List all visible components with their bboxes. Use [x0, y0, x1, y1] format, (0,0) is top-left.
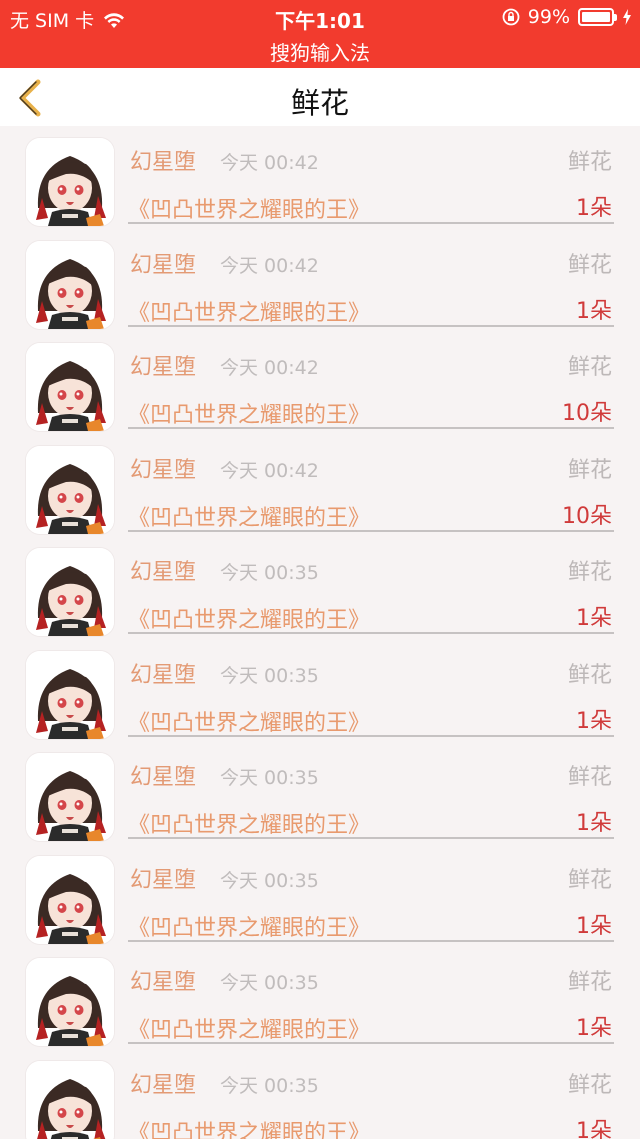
divider — [128, 632, 614, 634]
divider — [128, 1042, 614, 1044]
gift-count: 1朵 — [576, 708, 612, 734]
gift-time: 今天 00:42 — [220, 152, 319, 174]
gift-list-item[interactable]: 幻星堕 今天 00:35 鲜花 《凹凸世界之耀眼的王》 1朵 — [0, 741, 640, 844]
gift-list-item[interactable]: 幻星堕 今天 00:42 鲜花 《凹凸世界之耀眼的王》 1朵 — [0, 126, 640, 229]
gift-time: 今天 00:42 — [220, 254, 319, 277]
book-title-link[interactable]: 《凹凸世界之耀眼的王》 — [128, 192, 370, 224]
gift-list: 幻星堕 今天 00:42 鲜花 《凹凸世界之耀眼的王》 1朵 幻星堕 今天 00… — [0, 126, 640, 1139]
gift-list-item[interactable]: 幻星堕 今天 00:35 鲜花 《凹凸世界之耀眼的王》 1朵 — [0, 946, 640, 1049]
book-title-link[interactable]: 《凹凸世界之耀眼的王》 — [128, 295, 370, 327]
gift-list-item[interactable]: 幻星堕 今天 00:42 鲜花 《凹凸世界之耀眼的王》 1朵 — [0, 229, 640, 332]
battery-icon — [578, 8, 617, 26]
gift-type: 鲜花 — [567, 457, 612, 483]
book-title-link[interactable]: 《凹凸世界之耀眼的王》 — [128, 397, 370, 429]
sender-name[interactable]: 幻星堕 — [130, 862, 196, 894]
gift-list-item[interactable]: 幻星堕 今天 00:42 鲜花 《凹凸世界之耀眼的王》 10朵 — [0, 434, 640, 537]
divider — [128, 529, 614, 532]
gift-list-item[interactable]: 幻星堕 今天 00:35 鲜花 《凹凸世界之耀眼的王》 1朵 — [0, 536, 640, 639]
sender-name[interactable]: 幻星堕 — [130, 657, 196, 689]
gift-type: 鲜花 — [567, 355, 612, 380]
gift-count: 1朵 — [576, 913, 612, 939]
gift-type: 鲜花 — [567, 765, 612, 790]
status-bar: 无 SIM 卡 下午1:01 搜狗输入法 99% — [0, 0, 640, 68]
gift-time: 今天 00:35 — [220, 869, 319, 892]
nav-bar: 鲜花 — [0, 68, 640, 126]
book-title-link[interactable]: 《凹凸世界之耀眼的王》 — [128, 1115, 370, 1139]
page-title: 鲜花 — [290, 86, 349, 120]
book-title-link[interactable]: 《凹凸世界之耀眼的王》 — [128, 1012, 370, 1044]
sender-name[interactable]: 幻星堕 — [130, 759, 196, 791]
book-title-link[interactable]: 《凹凸世界之耀眼的王》 — [128, 910, 370, 942]
avatar[interactable] — [26, 445, 114, 534]
divider — [128, 837, 614, 839]
status-right: 99% — [502, 6, 632, 28]
gift-count: 1朵 — [576, 1016, 612, 1041]
charging-bolt-icon — [623, 9, 631, 25]
rotation-lock-icon — [502, 8, 520, 26]
status-app-name: 搜狗输入法 — [270, 41, 370, 65]
gift-type: 鲜花 — [567, 150, 612, 175]
avatar[interactable] — [26, 958, 114, 1046]
avatar[interactable] — [26, 138, 114, 226]
gift-count: 1朵 — [576, 811, 612, 836]
book-title-link[interactable]: 《凹凸世界之耀眼的王》 — [128, 602, 370, 634]
gift-time: 今天 00:42 — [220, 459, 319, 482]
divider — [128, 324, 614, 327]
avatar[interactable] — [26, 855, 114, 944]
sender-name[interactable]: 幻星堕 — [130, 964, 196, 996]
avatar[interactable] — [26, 240, 114, 329]
book-title-link[interactable]: 《凹凸世界之耀眼的王》 — [128, 807, 370, 839]
gift-type: 鲜花 — [567, 970, 612, 995]
gift-type: 鲜花 — [567, 560, 612, 585]
gift-count: 1朵 — [576, 606, 612, 631]
avatar[interactable] — [26, 753, 114, 841]
avatar[interactable] — [26, 650, 114, 739]
divider — [128, 222, 614, 224]
sender-name[interactable]: 幻星堕 — [130, 144, 196, 176]
gift-type: 鲜花 — [567, 662, 612, 688]
gift-list-item[interactable]: 幻星堕 今天 00:35 鲜花 《凹凸世界之耀眼的王》 1朵 — [0, 844, 640, 947]
sender-name[interactable]: 幻星堕 — [130, 349, 196, 381]
divider — [128, 939, 614, 942]
gift-type: 鲜花 — [567, 252, 612, 278]
gift-time: 今天 00:35 — [220, 664, 319, 687]
gift-list-item[interactable]: 幻星堕 今天 00:35 鲜花 《凹凸世界之耀眼的王》 1朵 — [0, 1049, 640, 1139]
sender-name[interactable]: 幻星堕 — [130, 1067, 196, 1099]
divider — [128, 427, 614, 429]
avatar[interactable] — [26, 343, 114, 431]
gift-count: 1朵 — [576, 1118, 612, 1139]
sender-name[interactable]: 幻星堕 — [130, 452, 196, 484]
gift-type: 鲜花 — [567, 1072, 612, 1098]
gift-list-item[interactable]: 幻星堕 今天 00:42 鲜花 《凹凸世界之耀眼的王》 10朵 — [0, 331, 640, 434]
gift-count: 1朵 — [576, 298, 612, 324]
gift-time: 今天 00:35 — [220, 972, 319, 994]
gift-time: 今天 00:42 — [220, 357, 319, 379]
gift-count: 10朵 — [562, 503, 612, 529]
sender-name[interactable]: 幻星堕 — [130, 247, 196, 279]
avatar[interactable] — [26, 548, 114, 636]
battery-percent: 99% — [527, 6, 570, 28]
gift-count: 10朵 — [562, 401, 612, 426]
gift-type: 鲜花 — [567, 867, 612, 893]
book-title-link[interactable]: 《凹凸世界之耀眼的王》 — [128, 500, 370, 532]
gift-time: 今天 00:35 — [220, 767, 319, 789]
book-title-link[interactable]: 《凹凸世界之耀眼的王》 — [128, 705, 370, 737]
battery-fill — [582, 12, 610, 22]
gift-count: 1朵 — [576, 196, 612, 221]
sender-name[interactable]: 幻星堕 — [130, 554, 196, 586]
gift-time: 今天 00:35 — [220, 1074, 319, 1097]
gift-list-item[interactable]: 幻星堕 今天 00:35 鲜花 《凹凸世界之耀眼的王》 1朵 — [0, 639, 640, 742]
avatar[interactable] — [26, 1060, 114, 1139]
divider — [128, 734, 614, 737]
gift-time: 今天 00:35 — [220, 562, 319, 584]
